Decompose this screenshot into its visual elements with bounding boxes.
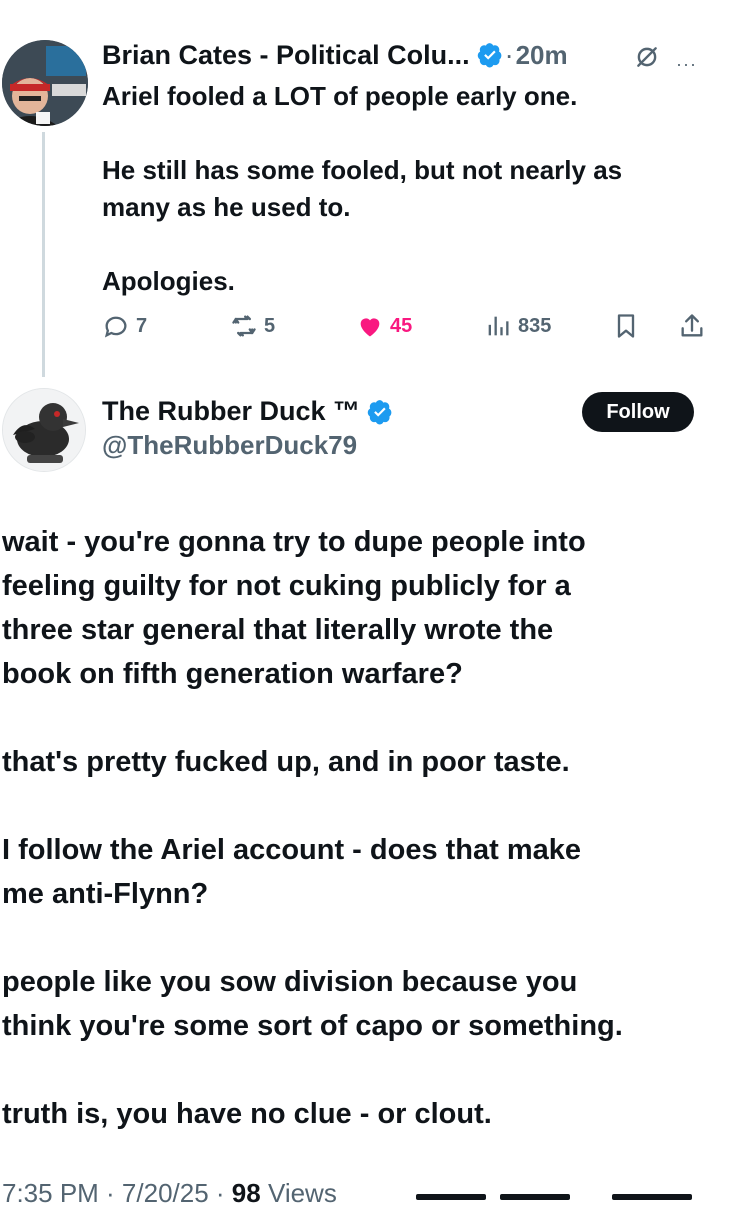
- tweet-timestamp[interactable]: 7:35 PM · 7/20/25 ·: [2, 1178, 232, 1208]
- reply-icon: [104, 316, 127, 338]
- author-name[interactable]: Brian Cates - Political Colu...: [102, 40, 470, 71]
- heart-icon: [360, 318, 380, 337]
- separator-dot: ·: [504, 39, 514, 70]
- tweet-time[interactable]: 20m: [516, 40, 568, 71]
- repost-button[interactable]: 5: [230, 312, 275, 340]
- tweet-line: people like you sow division because you: [2, 966, 578, 998]
- share-button[interactable]: [678, 312, 712, 340]
- rubber-duck-avatar-image: [3, 389, 85, 471]
- views-button[interactable]: 835: [484, 312, 551, 340]
- like-count: 45: [390, 314, 413, 337]
- reply-count: 7: [136, 314, 148, 337]
- tweet-line: many as he used to.: [102, 192, 351, 222]
- tweet-line: feeling guilty for not cuking publicly f…: [2, 570, 571, 602]
- repost-count: 5: [264, 314, 276, 337]
- bookmark-icon: [617, 314, 635, 338]
- avatar[interactable]: [2, 388, 86, 472]
- cropped-meta-bar: [612, 1194, 692, 1200]
- views-count: 835: [518, 314, 552, 337]
- cropped-meta-bar: [416, 1194, 486, 1200]
- views-icon: [488, 316, 509, 336]
- follow-button[interactable]: Follow: [582, 392, 694, 432]
- grok-icon[interactable]: [634, 44, 660, 70]
- tweet-views-label: Views: [260, 1178, 337, 1208]
- share-icon: [681, 314, 703, 337]
- like-button[interactable]: 45: [356, 312, 412, 340]
- verified-badge-icon: [477, 43, 501, 68]
- parent-tweet-text: Ariel fooled a LOT of people early one. …: [102, 78, 722, 300]
- parent-tweet-header: Brian Cates - Political Colu... · 20m: [102, 38, 568, 72]
- thread-connector-line: [42, 132, 45, 377]
- author-name[interactable]: The Rubber Duck ™: [102, 396, 360, 427]
- tweet-line: wait - you're gonna try to dupe people i…: [2, 526, 586, 558]
- bookmark-button[interactable]: [612, 312, 646, 340]
- tweet-line: truth is, you have no clue - or clout.: [2, 1098, 492, 1130]
- tweet-line: three star general that literally wrote …: [2, 614, 554, 646]
- tweet-line: I follow the Ariel account - does that m…: [2, 834, 582, 866]
- tweet-line: Apologies.: [102, 266, 235, 296]
- tweet-line: book on fifth generation warfare?: [2, 658, 463, 690]
- verified-badge-icon: [367, 399, 392, 424]
- tweet-line: Ariel fooled a LOT of people early one.: [102, 81, 578, 111]
- more-options-icon[interactable]: ···: [676, 54, 697, 75]
- tweet-line: that's pretty fucked up, and in poor tas…: [2, 746, 570, 778]
- tweet-line: He still has some fooled, but not nearly…: [102, 155, 623, 185]
- tweet-line: me anti-Flynn?: [2, 878, 209, 910]
- avatar-photo: [2, 40, 88, 126]
- author-handle[interactable]: @TheRubberDuck79: [102, 430, 357, 461]
- tweet-views-count: 98: [231, 1178, 261, 1208]
- tweet-line: think you're some sort of capo or someth…: [2, 1010, 623, 1042]
- tweet-meta: 7:35 PM · 7/20/25 · 98 Views: [2, 1178, 337, 1209]
- avatar[interactable]: [2, 40, 88, 126]
- main-tweet-text: wait - you're gonna try to dupe people i…: [2, 520, 722, 1136]
- cropped-meta-bar: [500, 1194, 570, 1200]
- reply-button[interactable]: 7: [102, 312, 147, 340]
- main-tweet-name-row: The Rubber Duck ™: [102, 396, 393, 427]
- repost-icon: [232, 315, 256, 337]
